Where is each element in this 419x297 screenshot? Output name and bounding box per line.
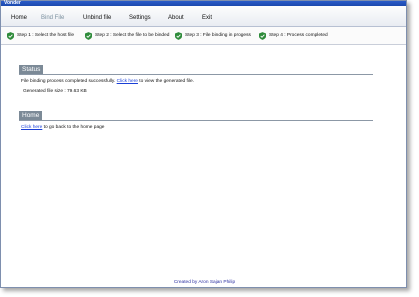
app-window: Vonder Home Bind File Unbind file Settin… — [0, 0, 407, 288]
status-section-header: Status — [19, 65, 44, 74]
step-3-label: Step 3 : File binding in progess — [185, 33, 251, 38]
step-1: Step 1 : Select the host file — [7, 31, 74, 40]
check-shield-icon — [85, 31, 92, 40]
step-2-label: Step 2 : Select the file to be binded — [95, 33, 170, 38]
step-4: Step 4 : Process completed — [259, 31, 328, 40]
step-1-label: Step 1 : Select the host file — [17, 33, 75, 38]
menu-bar: Home Bind File Unbind file Settings Abou… — [1, 6, 406, 27]
home-message-suffix: to go back to the home page — [42, 125, 105, 130]
view-file-link[interactable]: Click here — [117, 79, 138, 84]
menu-home[interactable]: Home — [11, 15, 27, 21]
menu-about[interactable]: About — [168, 15, 184, 21]
menu-unbind-file[interactable]: Unbind file — [83, 15, 111, 21]
menu-bind-file[interactable]: Bind File — [41, 15, 64, 21]
home-section-header: Home — [19, 111, 43, 120]
footer-credit: Created by Aron Sajan Philip — [173, 280, 236, 285]
menu-settings[interactable]: Settings — [129, 15, 151, 21]
status-message: File binding process completed successfu… — [21, 79, 194, 84]
step-4-label: Step 4 : Process completed — [269, 33, 328, 38]
check-shield-icon — [7, 31, 14, 40]
home-message: Click here to go back to the home page — [21, 125, 104, 130]
home-divider — [19, 120, 373, 121]
status-message-text: File binding process completed successfu… — [21, 79, 117, 84]
check-shield-icon — [259, 31, 266, 40]
steps-bar: Step 1 : Select the host file Step 2 : S… — [1, 27, 406, 45]
go-home-link[interactable]: Click here — [21, 125, 42, 130]
file-size-text: Generated file size : 79.63 KB — [23, 89, 87, 94]
status-message-suffix: to view the generated file. — [137, 79, 194, 84]
step-2: Step 2 : Select the file to be binded — [85, 31, 169, 40]
menu-exit[interactable]: Exit — [202, 15, 212, 21]
status-divider — [19, 74, 373, 75]
check-shield-icon — [175, 31, 182, 40]
step-3: Step 3 : File binding in progess — [175, 31, 251, 40]
